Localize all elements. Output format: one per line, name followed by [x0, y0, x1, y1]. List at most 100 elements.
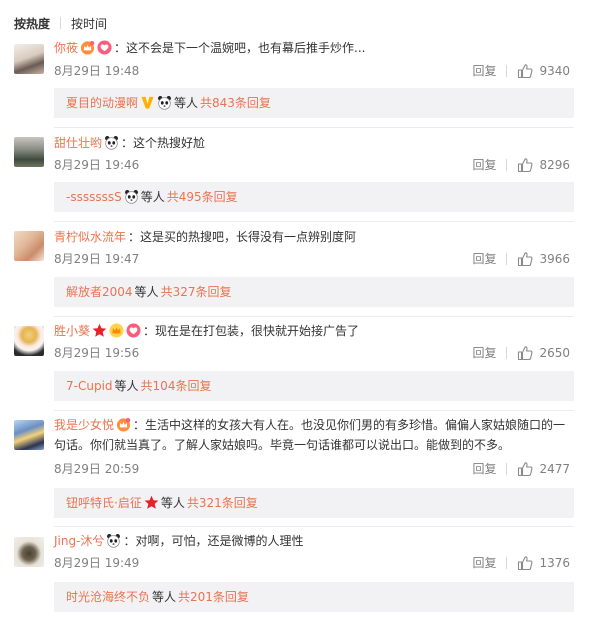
avatar[interactable] [14, 326, 44, 356]
thumbs-up-icon [517, 345, 533, 361]
comment-time: 8月29日 19:49 [54, 556, 140, 570]
panda-icon [106, 533, 121, 548]
heart-icon [97, 40, 112, 55]
like-count: 2650 [539, 346, 570, 360]
sub-reply-total[interactable]: 共843条回复 [200, 96, 271, 110]
avatar[interactable] [14, 44, 44, 74]
comment-divider [54, 316, 574, 317]
sub-reply-total[interactable]: 共321条回复 [187, 496, 258, 510]
like-button[interactable]: 8296 [517, 155, 570, 175]
v-badge-icon [140, 95, 155, 110]
comment-time: 8月29日 20:59 [54, 462, 140, 476]
sub-reply-total[interactable]: 共495条回复 [167, 190, 238, 204]
username[interactable]: 你莜 [54, 41, 78, 55]
panda-icon [157, 95, 172, 110]
sub-reply-total[interactable]: 共104条回复 [141, 379, 212, 393]
comment-meta: 8月29日 19:49 回复 1376 [54, 553, 570, 573]
comment-actions: 回复 2477 [472, 459, 570, 479]
sub-reply-username[interactable]: 解放者2004 [66, 285, 133, 299]
crown-icon [109, 323, 124, 338]
like-count: 3966 [539, 252, 570, 266]
comment-time: 8月29日 19:47 [54, 252, 140, 266]
username[interactable]: 甜仕壮哟 [54, 136, 102, 150]
sub-reply-etc: 等人 [140, 190, 165, 204]
reply-button[interactable]: 回复 [472, 155, 496, 175]
like-button[interactable]: 2650 [517, 343, 570, 363]
action-divider [506, 159, 508, 171]
sub-reply-username[interactable]: 7-Cupid [66, 379, 113, 393]
comment-divider [54, 410, 574, 411]
reply-button[interactable]: 回复 [472, 459, 496, 479]
avatar[interactable] [14, 137, 44, 167]
like-button[interactable]: 3966 [517, 249, 570, 269]
sub-reply-summary[interactable]: 7-Cupid 等人 共104条回复 [54, 371, 574, 401]
like-button[interactable]: 2477 [517, 459, 570, 479]
like-count: 2477 [539, 462, 570, 476]
comment-text-line: 你莜 ：这不会是下一个温婉吧，也有幕后推手炒作... [54, 38, 570, 58]
avatar[interactable] [14, 420, 44, 450]
thumbs-up-icon [517, 461, 533, 477]
panda-icon [124, 189, 139, 204]
sub-reply-username[interactable]: 夏目的动漫啊 [66, 96, 138, 110]
action-divider [506, 65, 508, 77]
username[interactable]: 胜小葵 [54, 324, 90, 338]
sub-reply-summary[interactable]: 钮呼特氏·启征 等人 共321条回复 [54, 488, 574, 518]
comment-text: ：这个热搜好尬 [121, 136, 206, 150]
sub-reply-summary[interactable]: -sssssssS 等人 共495条回复 [54, 182, 574, 212]
like-count: 8296 [539, 158, 570, 172]
comment-actions: 回复 9340 [472, 61, 570, 81]
comment-text-line: 胜小葵 ：现在是在打包装，很快就开始接广告了 [54, 321, 570, 341]
comment-text: ：这是买的热搜吧，长得没有一点辨别度阿 [128, 230, 357, 244]
sub-reply-total[interactable]: 共201条回复 [178, 590, 249, 604]
thumbs-up-icon [517, 555, 533, 571]
comment-text: ：现在是在打包装，很快就开始接广告了 [143, 324, 360, 338]
comment-actions: 回复 8296 [472, 155, 570, 175]
comment-divider [54, 221, 574, 222]
vip-crown-icon [80, 40, 95, 55]
comment-text-line: 我是少女悦 ：生活中这样的女孩大有人在。也没见你们男的有多珍惜。偏偏人家姑娘随口的… [54, 415, 570, 455]
comment-meta: 8月29日 19:48 回复 9340 [54, 61, 570, 81]
sub-reply-summary[interactable]: 时光沧海终不负 等人 共201条回复 [54, 582, 574, 612]
thumbs-up-icon [517, 63, 533, 79]
tab-divider [60, 17, 62, 29]
comment-actions: 回复 2650 [472, 343, 570, 363]
sub-reply-etc: 等人 [114, 379, 139, 393]
action-divider [506, 253, 508, 265]
tab-by-time[interactable]: 按时间 [71, 15, 107, 32]
sub-reply-username[interactable]: 钮呼特氏·启征 [66, 496, 142, 510]
sub-reply-username[interactable]: 时光沧海终不负 [66, 590, 150, 604]
tab-by-popularity[interactable]: 按热度 [14, 15, 50, 32]
username[interactable]: 青柠似水流年 [54, 230, 126, 244]
like-button[interactable]: 1376 [517, 553, 570, 573]
thumbs-up-icon [517, 157, 533, 173]
comment-text-line: 甜仕壮哟 ：这个热搜好尬 [54, 133, 570, 153]
sub-reply-etc: 等人 [174, 96, 199, 110]
comment-text: ：这不会是下一个温婉吧，也有幕后推手炒作... [114, 41, 366, 55]
action-divider [506, 557, 508, 569]
reply-button[interactable]: 回复 [472, 61, 496, 81]
avatar[interactable] [14, 537, 44, 567]
action-divider [506, 347, 508, 359]
username[interactable]: Jing-沐兮 [54, 534, 104, 548]
comment-meta: 8月29日 19:46 回复 8296 [54, 155, 570, 175]
username[interactable]: 我是少女悦 [54, 418, 114, 432]
sub-reply-username[interactable]: -sssssssS [66, 190, 122, 204]
vip-crown-icon [116, 417, 131, 432]
reply-button[interactable]: 回复 [472, 343, 496, 363]
sub-reply-summary[interactable]: 解放者2004 等人 共327条回复 [54, 277, 574, 307]
sub-reply-total[interactable]: 共327条回复 [161, 285, 232, 299]
comment-divider [54, 127, 574, 128]
reply-button[interactable]: 回复 [472, 553, 496, 573]
like-button[interactable]: 9340 [517, 61, 570, 81]
comment-meta: 8月29日 19:56 回复 2650 [54, 343, 570, 363]
sub-reply-etc: 等人 [152, 590, 177, 604]
sub-reply-etc: 等人 [134, 285, 159, 299]
comment-actions: 回复 1376 [472, 553, 570, 573]
action-divider [506, 463, 508, 475]
avatar[interactable] [14, 231, 44, 261]
comment-meta: 8月29日 19:47 回复 3966 [54, 249, 570, 269]
comment-text-line: 青柠似水流年 ：这是买的热搜吧，长得没有一点辨别度阿 [54, 227, 570, 247]
sub-reply-summary[interactable]: 夏目的动漫啊 等人 共843条回复 [54, 88, 574, 118]
reply-button[interactable]: 回复 [472, 249, 496, 269]
sort-tabs: 按热度 按时间 [14, 14, 107, 32]
